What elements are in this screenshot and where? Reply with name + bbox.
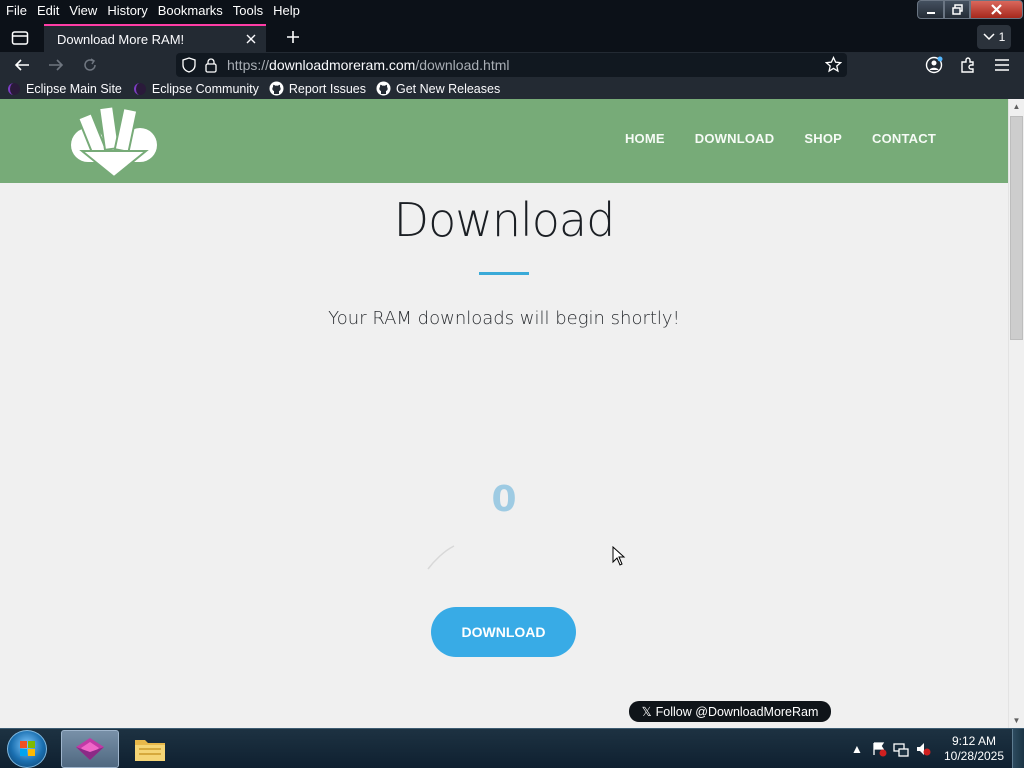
mouse-cursor-icon [612,546,626,566]
nav-contact[interactable]: CONTACT [872,131,936,146]
bookmark-label: Get New Releases [395,81,501,96]
clock-time: 9:12 AM [951,734,997,748]
account-icon [925,56,943,74]
url-text[interactable]: https://downloadmoreram.com/download.htm… [227,57,510,73]
url-bar[interactable]: https://downloadmoreram.com/download.htm… [176,53,847,77]
extensions-button[interactable] [956,54,980,76]
hamburger-icon [995,59,1009,71]
arrow-left-icon [14,59,29,71]
page-content: HOME DOWNLOAD SHOP CONTACT Download Your… [0,99,1008,728]
windows-logo-icon [20,741,35,756]
close-icon [991,4,1002,15]
browser-app-icon [76,738,104,760]
menu-history[interactable]: History [102,0,152,22]
page-scrollbar[interactable]: ▲ ▼ [1008,99,1024,728]
twitter-follow-button[interactable]: 𝕏 Follow @DownloadMoreRam [629,701,831,722]
close-window-button[interactable] [970,0,1023,19]
menu-bookmarks[interactable]: Bookmarks [153,0,228,22]
download-button[interactable]: DOWNLOAD [431,607,576,657]
taskbar-clock[interactable]: 9:12 AM 10/28/2025 [938,734,1010,764]
volume-muted-icon[interactable] [912,738,934,760]
lock-icon[interactable] [205,57,217,73]
chevron-down-icon [983,33,995,41]
tab-count: 1 [998,30,1006,44]
scroll-up-arrow-icon[interactable]: ▲ [1009,99,1024,114]
bookmark-report-issues[interactable]: Report Issues [269,81,366,97]
taskbar-file-explorer-app[interactable] [121,730,179,768]
progress-spinner-icon [427,545,455,570]
tab-overflow-button[interactable]: 1 [977,25,1011,49]
menu-view[interactable]: View [64,0,102,22]
chevron-up-icon[interactable]: ▲ [846,738,868,760]
folder-icon [135,740,165,761]
taskbar-browser-app[interactable] [61,730,119,768]
tab-title: Download More RAM! [57,31,185,47]
site-header: HOME DOWNLOAD SHOP CONTACT [0,99,1008,183]
menu-file[interactable]: File [0,0,32,22]
download-counter: 0 [491,479,517,520]
ram-download-logo-icon[interactable] [68,103,160,179]
new-tab-button[interactable] [282,26,304,48]
bookmark-label: Eclipse Main Site [26,81,122,96]
eclipse-icon [132,81,148,97]
eclipse-icon [6,81,22,97]
account-button[interactable] [922,54,946,76]
url-host: downloadmoreram.com [269,57,416,73]
start-button[interactable] [7,730,47,768]
bookmark-eclipse-main-site[interactable]: Eclipse Main Site [6,81,122,97]
scroll-thumb[interactable] [1010,116,1023,340]
minimize-icon [926,11,935,14]
url-path: /download.html [415,57,510,73]
arrow-right-icon [49,59,64,71]
plus-icon [287,31,299,43]
bookmark-eclipse-community[interactable]: Eclipse Community [132,81,259,97]
forward-button[interactable] [44,54,68,76]
navigation-bar: https://downloadmoreram.com/download.htm… [0,52,1024,78]
menu-tools[interactable]: Tools [228,0,268,22]
bookmark-label: Eclipse Community [151,81,259,96]
page-title: Download [393,193,616,247]
menu-edit[interactable]: Edit [32,0,64,22]
system-tray: ▲ 9:12 AM 10/28/2025 [846,729,1024,768]
nav-home[interactable]: HOME [625,131,665,146]
bookmark-label: Report Issues [288,81,366,96]
window-controls [917,0,1023,19]
url-scheme: https:// [227,57,270,73]
menu-help[interactable]: Help [268,0,305,22]
nav-shop[interactable]: SHOP [804,131,842,146]
github-icon [376,81,392,97]
flag-alert-icon[interactable] [868,738,890,760]
tab-bar: Download More RAM! 1 [0,22,1024,52]
clock-date: 10/28/2025 [943,749,1005,763]
puzzle-icon [961,57,974,73]
x-logo-icon: 𝕏 [641,705,652,719]
network-icon[interactable] [890,738,912,760]
restore-button[interactable] [944,0,970,19]
scroll-down-arrow-icon[interactable]: ▼ [1009,713,1024,728]
page-subtitle: Your RAM downloads will begin shortly! [328,308,680,329]
shield-icon[interactable] [182,57,196,73]
reload-button[interactable] [78,54,102,76]
heading-divider [479,272,529,275]
twitter-follow-label: Follow @DownloadMoreRam [655,704,819,719]
back-button[interactable] [10,54,34,76]
tab-active[interactable]: Download More RAM! [44,24,266,52]
tab-list-button[interactable] [6,26,34,50]
star-icon[interactable] [825,56,842,73]
tab-list-icon [11,31,29,45]
menu-bar: File Edit View History Bookmarks Tools H… [0,0,1024,22]
taskbar: ▲ 9:12 AM 10/28/2025 [0,728,1024,768]
minimize-button[interactable] [917,0,944,19]
tab-close-button[interactable] [242,30,260,48]
app-menu-button[interactable] [990,54,1014,76]
reload-icon [84,58,96,71]
restore-icon [951,4,963,15]
close-icon [246,34,256,44]
bookmark-get-new-releases[interactable]: Get New Releases [376,81,500,97]
nav-download[interactable]: DOWNLOAD [695,131,775,146]
bookmarks-toolbar: Eclipse Main Site Eclipse Community Repo… [0,78,1024,99]
show-desktop-button[interactable] [1012,729,1024,768]
site-nav: HOME DOWNLOAD SHOP CONTACT [625,131,936,146]
github-icon [269,81,285,97]
